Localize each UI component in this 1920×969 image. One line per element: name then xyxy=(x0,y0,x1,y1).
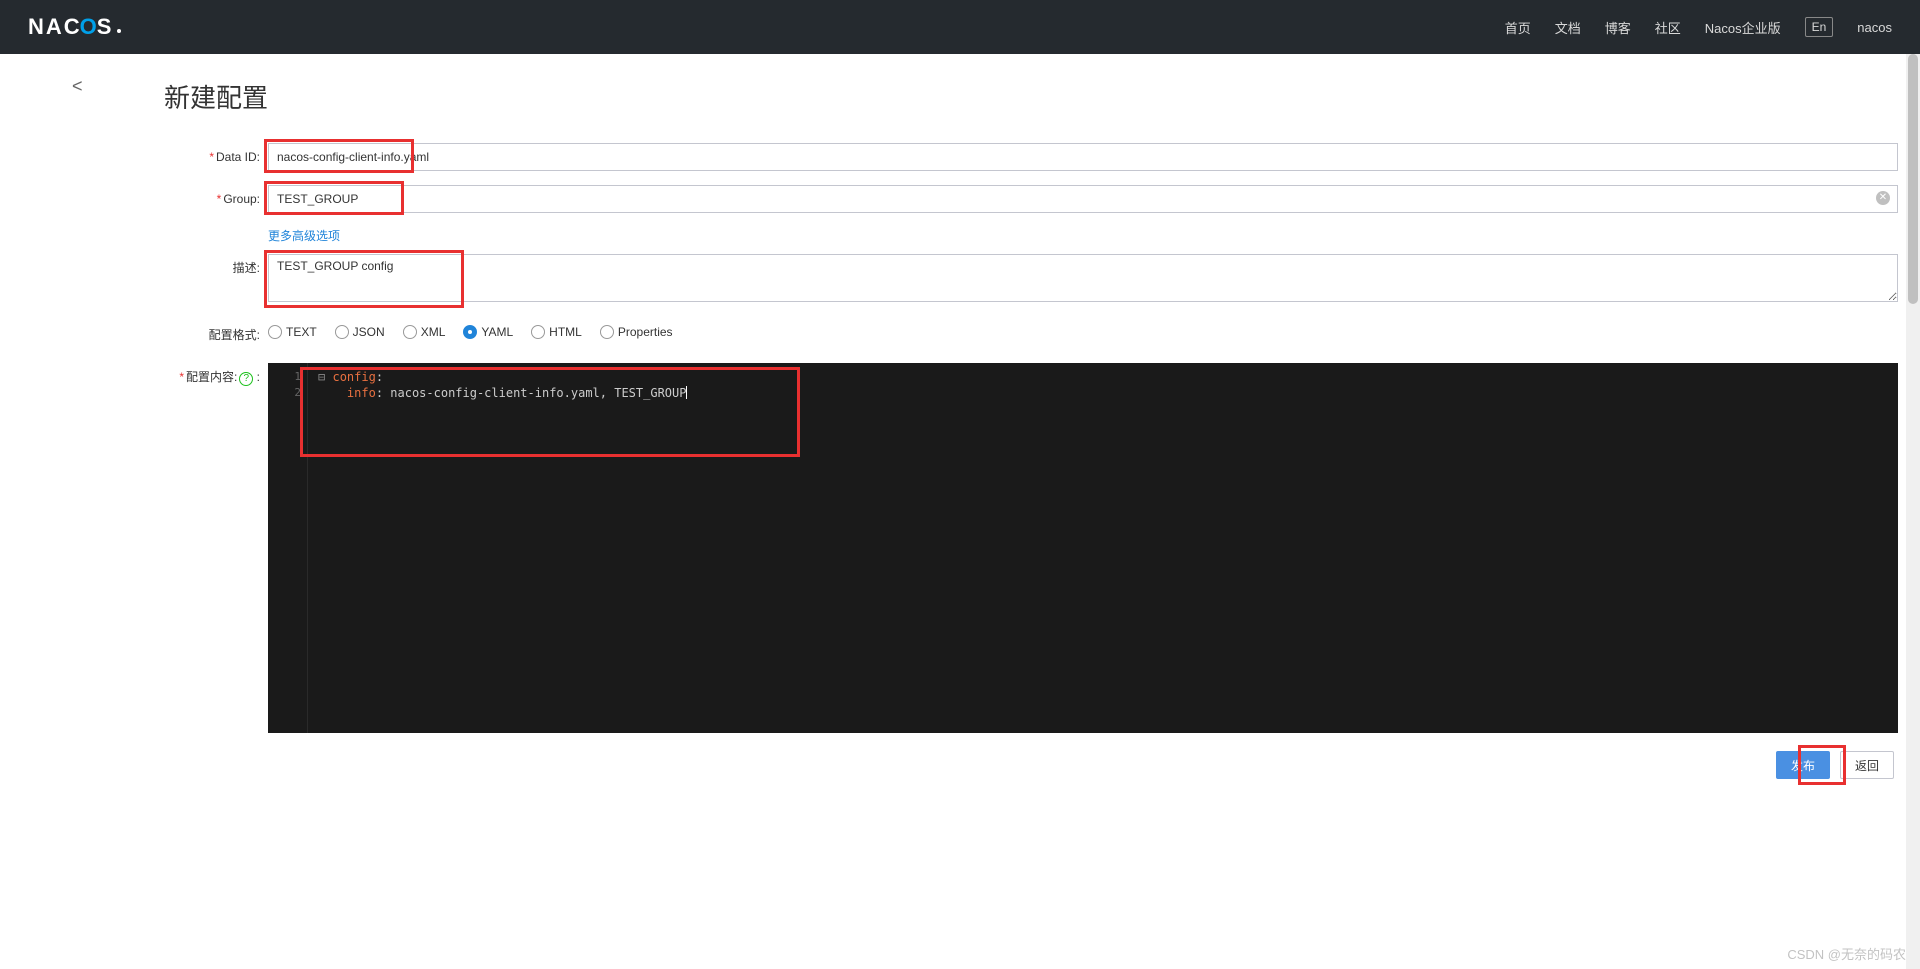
nav-blog[interactable]: 博客 xyxy=(1605,18,1631,37)
nav-enterprise[interactable]: Nacos企业版 xyxy=(1705,18,1781,37)
scrollbar-thumb[interactable] xyxy=(1908,54,1918,304)
back-arrow-icon[interactable]: < xyxy=(72,76,83,97)
content-panel: 新建配置 *Data ID: *Group: ✕ 更多高级选项 xyxy=(148,54,1914,969)
description-textarea[interactable]: TEST_GROUP config xyxy=(268,254,1898,302)
data-id-label: *Data ID: xyxy=(160,143,268,171)
user-name[interactable]: nacos xyxy=(1857,20,1892,35)
format-radio-html[interactable]: HTML xyxy=(531,325,582,339)
data-id-input[interactable] xyxy=(268,143,1898,171)
format-radio-text[interactable]: TEXT xyxy=(268,325,317,339)
format-radio-json[interactable]: JSON xyxy=(335,325,385,339)
topbar: NACOS 首页 文档 博客 社区 Nacos企业版 En nacos xyxy=(0,0,1920,54)
format-radio-yaml[interactable]: YAML xyxy=(463,325,513,339)
fold-icon[interactable]: ⊟ xyxy=(318,370,325,384)
group-input[interactable] xyxy=(268,185,1898,213)
advanced-options-link[interactable]: 更多高级选项 xyxy=(268,227,340,244)
back-button[interactable]: 返回 xyxy=(1840,751,1894,779)
clear-icon[interactable]: ✕ xyxy=(1876,191,1890,205)
language-switch[interactable]: En xyxy=(1805,17,1834,37)
page-title: 新建配置 xyxy=(164,78,1898,115)
publish-button[interactable]: 发布 xyxy=(1776,751,1830,779)
group-label: *Group: xyxy=(160,185,268,213)
scrollbar[interactable] xyxy=(1906,54,1920,969)
logo: NACOS xyxy=(28,14,121,40)
nav-home[interactable]: 首页 xyxy=(1505,18,1531,37)
code-editor[interactable]: 1 2 ⊟ config: info: nacos-config-client-… xyxy=(268,363,1898,733)
nav-community[interactable]: 社区 xyxy=(1655,18,1681,37)
code-gutter: 1 2 xyxy=(268,363,308,733)
sidebar: < xyxy=(0,54,148,969)
format-radio-xml[interactable]: XML xyxy=(403,325,446,339)
description-label: 描述: xyxy=(160,254,268,282)
nav-docs[interactable]: 文档 xyxy=(1555,18,1581,37)
format-radio-properties[interactable]: Properties xyxy=(600,325,673,339)
help-icon[interactable]: ? xyxy=(239,372,253,386)
format-label: 配置格式: xyxy=(160,321,268,349)
content-label: *配置内容:? : xyxy=(160,363,268,391)
